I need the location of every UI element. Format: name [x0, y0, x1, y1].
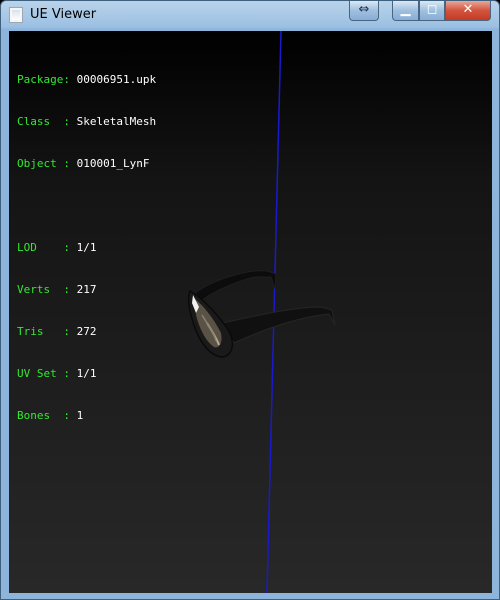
info-label: Object :	[17, 157, 70, 170]
info-row-verts: Verts : 217	[17, 283, 156, 297]
viewport[interactable]: Package: 00006951.upk Class : SkeletalMe…	[9, 31, 492, 593]
info-label: UV Set :	[17, 367, 70, 380]
info-label: Bones :	[17, 409, 70, 422]
info-value: 272	[76, 325, 97, 338]
info-value: SkeletalMesh	[76, 115, 157, 128]
info-row-lod: LOD : 1/1	[17, 241, 156, 255]
minimize-button[interactable]: ▁	[392, 1, 419, 21]
close-button[interactable]: ✕	[445, 1, 491, 21]
info-row-uvset: UV Set : 1/1	[17, 367, 156, 381]
app-icon[interactable]	[9, 7, 23, 23]
maximize-button[interactable]: ◻	[419, 1, 445, 21]
info-value: 217	[76, 283, 97, 296]
app-window: UE Viewer ⇔ ▁ ◻ ✕ Package: 00006951.upk …	[0, 0, 500, 600]
info-label: Class :	[17, 115, 70, 128]
info-value: 1/1	[76, 241, 97, 254]
info-value: 1/1	[76, 367, 97, 380]
info-row-bones: Bones : 1	[17, 409, 156, 423]
info-row-object: Object : 010001_LynF	[17, 157, 156, 171]
info-label: LOD :	[17, 241, 70, 254]
info-row-package: Package: 00006951.upk	[17, 73, 156, 87]
glasses-model	[187, 270, 336, 358]
title-bar[interactable]: UE Viewer ⇔ ▁ ◻ ✕	[1, 1, 499, 29]
info-label: Verts :	[17, 283, 70, 296]
info-label: Tris :	[17, 325, 70, 338]
info-value: 1	[76, 409, 84, 422]
toggle-size-button[interactable]: ⇔	[349, 1, 379, 21]
mesh-info-overlay: Package: 00006951.upk Class : SkeletalMe…	[17, 45, 156, 451]
info-row-class: Class : SkeletalMesh	[17, 115, 156, 129]
info-value: 00006951.upk	[76, 73, 157, 86]
info-label: Package:	[17, 73, 70, 86]
info-value: 010001_LynF	[76, 157, 150, 170]
info-row-tris: Tris : 272	[17, 325, 156, 339]
window-title: UE Viewer	[30, 7, 97, 22]
